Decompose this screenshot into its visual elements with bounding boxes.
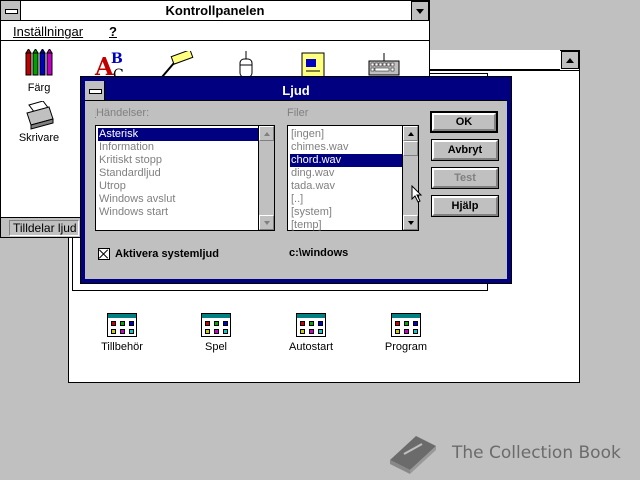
menu-installningar-label: Inställningar bbox=[13, 24, 84, 39]
menu-installningar[interactable]: Inställningar bbox=[13, 24, 83, 39]
mouse-pointer-icon bbox=[411, 185, 423, 203]
menu-help[interactable]: ? bbox=[109, 24, 117, 39]
color-pencils-icon bbox=[25, 48, 53, 76]
list-item[interactable]: Standardljud bbox=[98, 167, 161, 180]
mouse-icon bbox=[239, 51, 253, 78]
test-button[interactable]: Test bbox=[431, 167, 499, 189]
status-text: Tilldelar ljud bbox=[9, 220, 79, 236]
group-icon-program[interactable]: Program bbox=[366, 313, 446, 353]
group-label: Spel bbox=[204, 341, 228, 353]
list-item[interactable]: Windows start bbox=[98, 206, 168, 219]
program-group-icon bbox=[107, 313, 137, 337]
list-item[interactable]: Windows avslut bbox=[98, 193, 175, 206]
enable-system-sounds-checkbox[interactable] bbox=[98, 248, 110, 260]
files-listbox[interactable]: [ingen] chimes.wav chord.wav ding.wav ta… bbox=[287, 125, 419, 231]
cp-icon-skrivare[interactable]: Skrivare bbox=[9, 100, 69, 144]
cancel-button[interactable]: Avbryt bbox=[431, 139, 499, 161]
list-item[interactable]: Kritiskt stopp bbox=[98, 154, 162, 167]
fonts-icon: A B C bbox=[94, 51, 124, 83]
events-label-text: Händelser: bbox=[95, 107, 150, 119]
ok-button[interactable]: OK bbox=[430, 111, 498, 133]
chevron-up-icon bbox=[263, 131, 270, 136]
cp-icon-label: Färg bbox=[27, 82, 51, 94]
chevron-down-icon bbox=[263, 220, 270, 225]
current-directory: c:\windows bbox=[289, 247, 349, 259]
help-button[interactable]: Hjälp bbox=[431, 195, 499, 217]
group-icon-spel[interactable]: Spel bbox=[176, 313, 256, 353]
cp-icon-farg[interactable]: Färg bbox=[9, 48, 69, 94]
control-panel-menubar: Inställningar ? bbox=[1, 21, 429, 41]
program-manager-maximize-button[interactable] bbox=[561, 51, 579, 69]
control-panel-minimize-button[interactable] bbox=[411, 1, 429, 21]
group-icon-tillbehor[interactable]: Tillbehör bbox=[82, 313, 162, 353]
sound-dialog-title: Ljud bbox=[282, 83, 310, 98]
files-scroll-thumb[interactable] bbox=[403, 141, 418, 156]
files-scroll-down-button[interactable] bbox=[403, 215, 418, 230]
events-scrollbar[interactable] bbox=[258, 126, 274, 230]
enable-system-sounds-label[interactable]: Aktivera systemljud bbox=[115, 248, 219, 260]
watermark-text: The Collection Book bbox=[452, 443, 621, 463]
list-item[interactable]: [..] bbox=[290, 193, 303, 206]
menu-help-label: ? bbox=[109, 24, 117, 39]
port-connector-icon bbox=[161, 49, 194, 78]
files-label: Filer bbox=[287, 107, 309, 119]
list-item[interactable]: chimes.wav bbox=[290, 141, 348, 154]
list-item[interactable]: ding.wav bbox=[290, 167, 334, 180]
events-scroll-up-button[interactable] bbox=[259, 126, 274, 141]
events-label: HHändelser: bbox=[95, 107, 150, 119]
program-manager-combo[interactable] bbox=[430, 50, 560, 70]
files-scroll-up-button[interactable] bbox=[403, 126, 418, 141]
control-panel-titlebar[interactable]: Kontrollpanelen bbox=[1, 1, 429, 21]
group-label: Program bbox=[384, 341, 428, 353]
test-button-label: Test bbox=[454, 172, 476, 184]
events-listbox[interactable]: Asterisk Information Kritiskt stopp Stan… bbox=[95, 125, 275, 231]
watermark: The Collection Book bbox=[386, 432, 621, 474]
sound-dialog-system-menu[interactable] bbox=[85, 81, 105, 100]
list-item[interactable]: [system] bbox=[290, 206, 332, 219]
list-item[interactable]: tada.wav bbox=[290, 180, 335, 193]
group-icon-autostart[interactable]: Autostart bbox=[271, 313, 351, 353]
keyboard-icon bbox=[368, 53, 400, 76]
sound-dialog: Ljud HHändelser: Asterisk Information Kr… bbox=[80, 76, 512, 284]
group-label: Tillbehör bbox=[101, 341, 143, 353]
cancel-button-label: Avbryt bbox=[447, 144, 483, 156]
sound-dialog-titlebar[interactable]: Ljud bbox=[85, 81, 507, 101]
group-label: Autostart bbox=[288, 341, 334, 353]
control-panel-system-menu[interactable] bbox=[1, 1, 21, 20]
cp-icon-label: Skrivare bbox=[18, 132, 60, 144]
files-scrollbar[interactable] bbox=[402, 126, 418, 230]
list-item[interactable]: chord.wav bbox=[290, 154, 402, 167]
program-group-icon bbox=[201, 313, 231, 337]
program-group-icon bbox=[296, 313, 326, 337]
control-panel-title: Kontrollpanelen bbox=[165, 3, 265, 18]
chevron-up-icon bbox=[407, 131, 414, 136]
printer-icon bbox=[26, 100, 54, 130]
program-group-icon bbox=[391, 313, 421, 337]
book-icon bbox=[390, 436, 436, 474]
list-item[interactable]: [temp] bbox=[290, 219, 322, 232]
list-item[interactable]: [ingen] bbox=[290, 128, 324, 141]
svg-text:B: B bbox=[111, 51, 123, 67]
list-item[interactable]: Utrop bbox=[98, 180, 126, 193]
chevron-down-icon bbox=[407, 220, 414, 225]
help-button-label: Hjälp bbox=[451, 200, 479, 212]
events-scroll-down-button[interactable] bbox=[259, 215, 274, 230]
ok-button-label: OK bbox=[455, 116, 473, 128]
list-item[interactable]: Asterisk bbox=[98, 128, 258, 141]
list-item[interactable]: Information bbox=[98, 141, 154, 154]
